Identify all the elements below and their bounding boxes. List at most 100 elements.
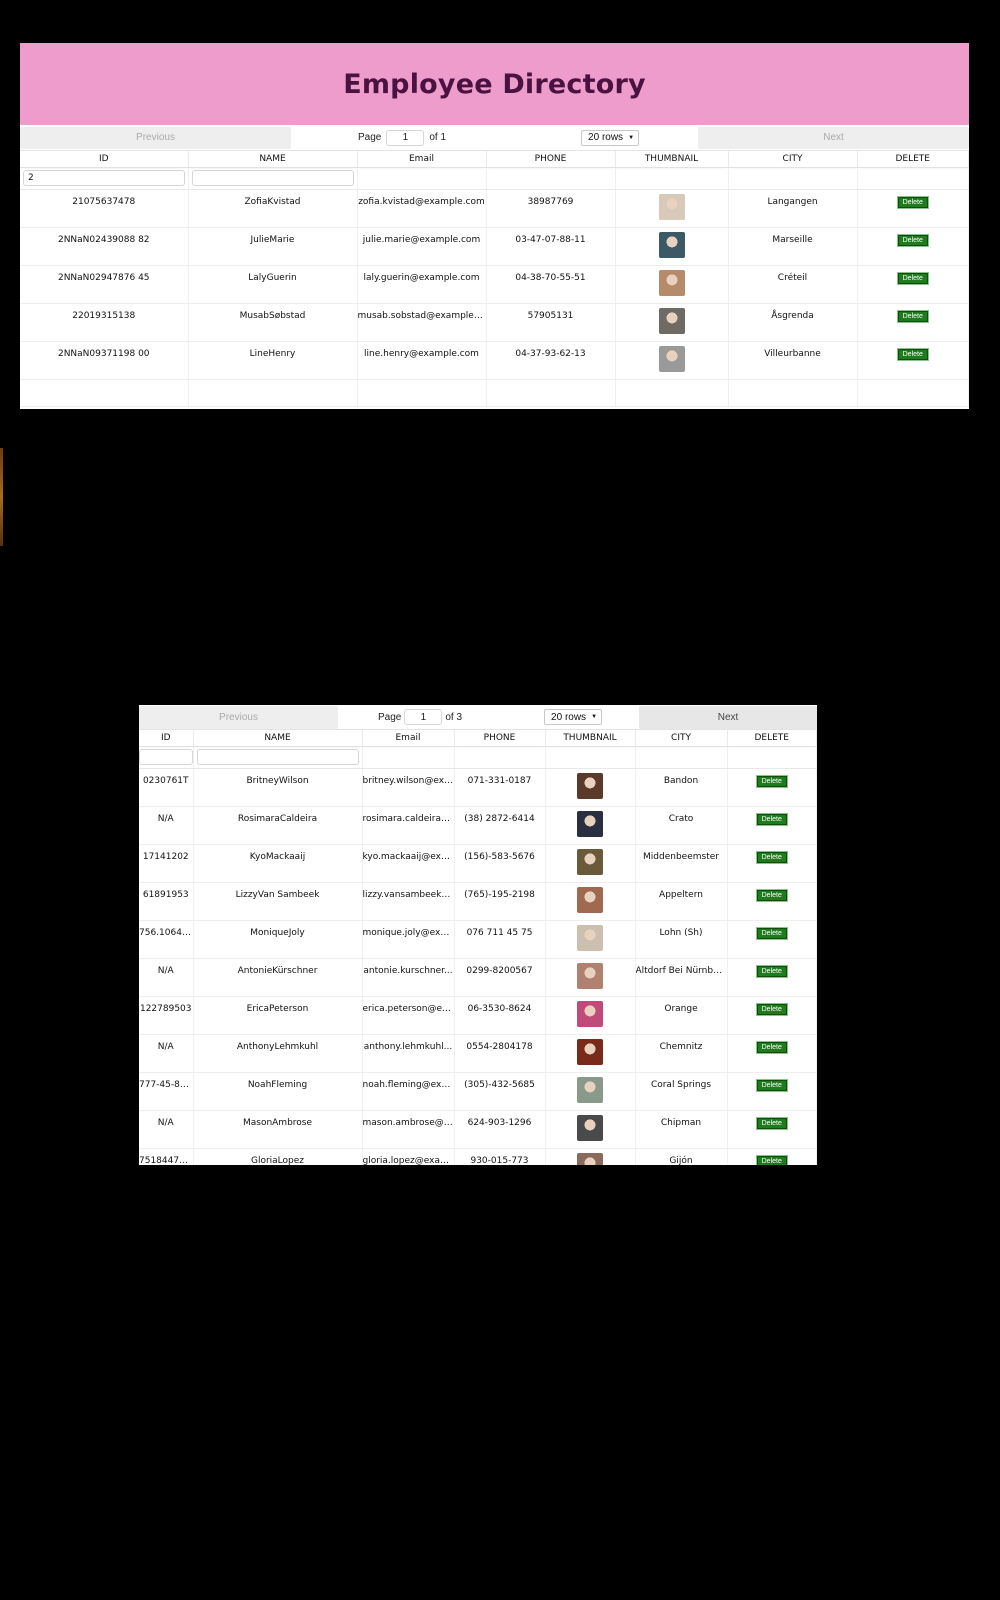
phone-cell: 57905131: [486, 303, 616, 342]
page-label: Page: [358, 132, 382, 143]
column-header-thumbnail[interactable]: THUMBNAIL: [615, 151, 729, 168]
next-button[interactable]: Next: [698, 126, 969, 149]
name-cell: LizzyVan Sambeek: [193, 882, 363, 921]
name-cell: ZofiaKvistad: [188, 189, 358, 228]
employee-table: ID NAME Email PHONE THUMBNAIL CITY DELET…: [20, 151, 969, 407]
column-header-name[interactable]: NAME: [193, 730, 363, 747]
avatar-thumbnail: [577, 810, 603, 837]
column-header-id[interactable]: ID: [139, 730, 194, 747]
delete-cell: Delete: [727, 1148, 817, 1165]
delete-cell: Delete: [727, 1034, 817, 1073]
thumbnail-cell: [545, 1110, 636, 1149]
table-row: 61891953 LizzyVan Sambeek lizzy.vansambeek…: [139, 882, 817, 921]
city-cell: Villeurbanne: [728, 341, 858, 380]
phone-cell: (38) 2872-6414: [454, 806, 546, 845]
id-cell: N/A: [139, 1034, 194, 1073]
delete-cell: Delete: [727, 768, 817, 807]
delete-button[interactable]: Delete: [755, 850, 788, 864]
phone-cell: 071-331-0187: [454, 768, 546, 807]
avatar-thumbnail: [658, 345, 685, 372]
delete-button[interactable]: Delete: [896, 347, 929, 361]
chevron-down-icon: ▼: [628, 134, 635, 141]
column-header-delete[interactable]: DELETE: [727, 730, 817, 747]
page-number-input[interactable]: 1: [386, 129, 425, 146]
id-filter-input[interactable]: 2: [23, 170, 185, 186]
id-cell: 2NNaN02947876 45: [20, 265, 189, 304]
delete-button[interactable]: Delete: [755, 1078, 788, 1092]
id-cell: 777-45-82...: [139, 1072, 194, 1111]
column-header-email[interactable]: Email: [357, 151, 487, 168]
city-cell: Langangen: [728, 189, 858, 228]
city-cell: Bandon: [635, 768, 728, 807]
email-cell: line.henry@example.com: [357, 341, 487, 380]
delete-button[interactable]: Delete: [755, 1002, 788, 1016]
name-filter-input[interactable]: [191, 170, 354, 186]
name-cell: LineHenry: [188, 341, 358, 380]
column-header-name[interactable]: NAME: [188, 151, 358, 168]
delete-cell: Delete: [727, 996, 817, 1035]
email-cell: kyo.mackaaij@exa...: [362, 844, 455, 883]
id-cell: 21075637478: [20, 189, 189, 228]
avatar-thumbnail: [577, 1114, 603, 1141]
phone-cell: 04-37-93-62-13: [486, 341, 616, 380]
chevron-down-icon: ▼: [591, 714, 598, 720]
column-header-thumbnail[interactable]: THUMBNAIL: [545, 730, 636, 747]
previous-button[interactable]: Previous: [139, 705, 338, 729]
id-cell: 17141202: [139, 844, 194, 883]
name-cell: MasonAmbrose: [193, 1110, 363, 1149]
city-cell: Crato: [635, 806, 728, 845]
column-header-city[interactable]: CITY: [635, 730, 728, 747]
rows-per-page-select[interactable]: 20 rows ▼: [581, 129, 640, 146]
column-header-city[interactable]: CITY: [728, 151, 858, 168]
delete-button[interactable]: Delete: [896, 195, 929, 209]
delete-button[interactable]: Delete: [755, 774, 788, 788]
delete-button[interactable]: Delete: [755, 812, 788, 826]
email-cell: anthony.lehmkuhl...: [362, 1034, 455, 1073]
delete-button[interactable]: Delete: [896, 233, 929, 247]
delete-cell: Delete: [857, 189, 969, 228]
column-header-email[interactable]: Email: [362, 730, 455, 747]
email-cell: musab.sobstad@example.com: [357, 303, 487, 342]
avatar-thumbnail: [577, 962, 603, 989]
column-header-phone[interactable]: PHONE: [486, 151, 616, 168]
column-header-delete[interactable]: DELETE: [857, 151, 969, 168]
email-cell: britney.wilson@exa...: [362, 768, 455, 807]
name-cell: AnthonyLehmkuhl: [193, 1034, 363, 1073]
page-number-input[interactable]: 1: [404, 709, 443, 725]
delete-cell: Delete: [727, 1110, 817, 1149]
email-cell: antonie.kurschner...: [362, 958, 455, 997]
id-filter-input[interactable]: [139, 749, 192, 765]
employee-table-bottom: ID NAME Email PHONE THUMBNAIL CITY DELET…: [139, 730, 817, 1165]
thumbnail-cell: [545, 844, 636, 883]
delete-button[interactable]: Delete: [755, 1154, 788, 1165]
thumbnail-cell: [615, 303, 729, 342]
next-button[interactable]: Next: [639, 705, 817, 729]
delete-button[interactable]: Delete: [896, 309, 929, 323]
table-row: 2NNaN09371198 00 LineHenry line.henry@exam…: [20, 341, 969, 380]
avatar-thumbnail: [577, 772, 603, 799]
id-cell: N/A: [139, 958, 194, 997]
delete-button[interactable]: Delete: [755, 888, 788, 902]
delete-button[interactable]: Delete: [755, 1040, 788, 1054]
column-header-id[interactable]: ID: [20, 151, 189, 168]
column-header-phone[interactable]: PHONE: [454, 730, 546, 747]
phone-cell: (305)-432-5685: [454, 1072, 546, 1111]
id-cell: 2NNaN02439088 82: [20, 227, 189, 266]
delete-button[interactable]: Delete: [755, 926, 788, 940]
delete-button[interactable]: Delete: [896, 271, 929, 285]
city-cell: Lohn (Sh): [635, 920, 728, 959]
empty-row: [20, 379, 969, 407]
table-row: 777-45-82... NoahFleming noah.fleming@exa.…: [139, 1072, 817, 1111]
delete-button[interactable]: Delete: [755, 1116, 788, 1130]
thumbnail-cell: [545, 1034, 636, 1073]
delete-cell: Delete: [727, 844, 817, 883]
table-row: 756.1064.0...MoniqueJolymonique.joly@exa…: [139, 920, 817, 959]
thumbnail-cell: [615, 265, 729, 304]
previous-button[interactable]: Previous: [20, 126, 291, 149]
delete-button[interactable]: Delete: [755, 964, 788, 978]
name-filter-input[interactable]: [196, 749, 359, 765]
rows-per-page-select[interactable]: 20 rows ▼: [544, 709, 603, 725]
table-row: 22019315138 MusabSøbstad musab.sobstad@exa…: [20, 303, 969, 342]
phone-cell: (765)-195-2198: [454, 882, 546, 921]
rows-per-page-value: 20 rows: [588, 132, 624, 143]
